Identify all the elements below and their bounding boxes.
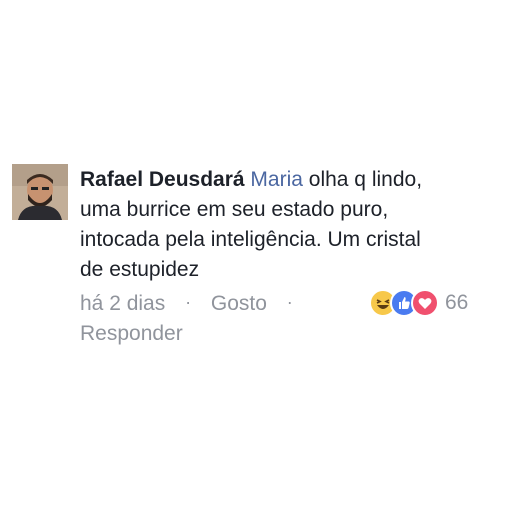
comment-text-line-3: intocada pela inteligência. Um cristal — [80, 228, 421, 251]
love-icon — [411, 289, 439, 317]
comment-text-line-2: uma burrice em seu estado puro, — [80, 198, 389, 221]
comment-body: Rafael Deusdará Maria olha q lindo, uma … — [80, 164, 502, 349]
avatar-photo — [12, 164, 68, 220]
reaction-count: 66 — [445, 291, 469, 314]
separator-dot: · — [185, 292, 192, 312]
comment-actions: há 2 dias · Gosto · 66 — [80, 287, 502, 319]
comment: Rafael Deusdará Maria olha q lindo, uma … — [12, 164, 502, 349]
reactions-summary[interactable]: 66 — [369, 288, 468, 318]
reply-button[interactable]: Responder — [80, 319, 502, 349]
comment-first-line: Rafael Deusdará Maria olha q lindo, — [80, 165, 502, 195]
like-button[interactable]: Gosto — [211, 289, 267, 319]
screenshot-page: Rafael Deusdará Maria olha q lindo, uma … — [0, 0, 512, 512]
comment-text-line-1: olha q lindo, — [302, 168, 423, 191]
comment-timestamp[interactable]: há 2 dias — [80, 289, 165, 319]
separator-dot: · — [286, 292, 293, 312]
comment-text-line-4: de estupidez — [80, 258, 200, 281]
comment-author-name[interactable]: Rafael Deusdará — [80, 168, 245, 191]
avatar[interactable] — [12, 164, 68, 220]
mention-link[interactable]: Maria — [250, 168, 303, 191]
